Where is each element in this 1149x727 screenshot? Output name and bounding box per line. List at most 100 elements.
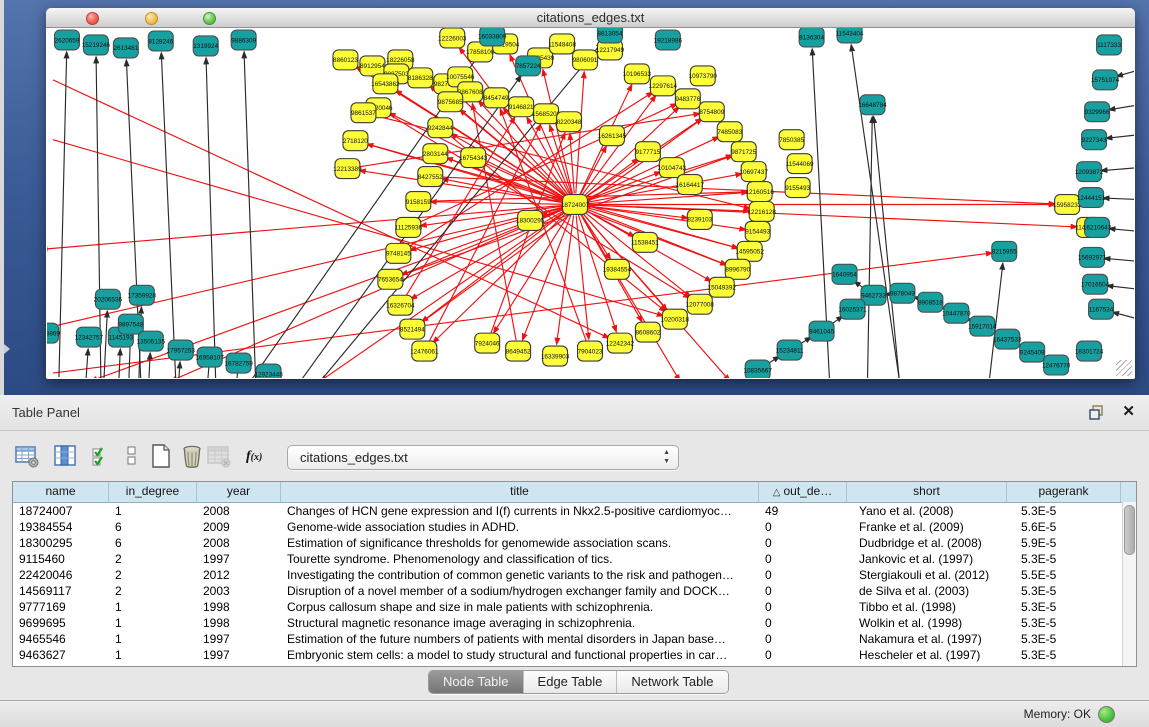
graph-node[interactable]: 15219246 xyxy=(82,35,111,55)
graph-node[interactable]: 8136304 xyxy=(799,28,824,47)
graph-node[interactable]: 16648784 xyxy=(858,95,887,115)
graph-node[interactable]: 16958107 xyxy=(196,347,225,367)
graph-node[interactable]: 10447870 xyxy=(942,303,971,323)
graph-node[interactable]: 9806091 xyxy=(573,50,598,70)
graph-node[interactable]: 16025371 xyxy=(838,299,867,319)
graph-node[interactable]: 12226003 xyxy=(438,28,467,48)
graph-node[interactable]: 17359928 xyxy=(128,285,157,305)
graph-node[interactable]: 12923448 xyxy=(254,364,283,378)
table-row[interactable]: 946362711997Embryonic stem cells: a mode… xyxy=(13,647,1136,663)
graph-node[interactable]: 16437533 xyxy=(993,329,1022,349)
graph-node[interactable]: 12160516 xyxy=(745,182,774,202)
graph-node[interactable]: 7904023 xyxy=(578,341,603,361)
vertical-scrollbar[interactable] xyxy=(1122,502,1136,666)
graph-node[interactable]: 7924046 xyxy=(475,333,500,353)
graph-node[interactable]: 19384554 xyxy=(603,259,632,279)
float-panel-icon[interactable] xyxy=(1089,404,1105,420)
graph-node[interactable]: 15917014 xyxy=(968,316,997,336)
graph-node[interactable]: 18724007 xyxy=(561,195,590,215)
create-new-column-button[interactable] xyxy=(148,443,178,473)
select-all-button[interactable] xyxy=(90,443,120,473)
graph-node[interactable]: 18300295 xyxy=(516,210,545,230)
memory-status-indicator[interactable] xyxy=(1098,706,1115,723)
graph-node[interactable]: 9329966 xyxy=(1085,102,1110,122)
delete-column-button[interactable] xyxy=(179,443,209,473)
graph-node[interactable]: 16782759 xyxy=(224,353,253,373)
graph-node[interactable]: 8521494 xyxy=(400,319,425,339)
graph-node[interactable]: 12242342 xyxy=(606,333,635,353)
graph-node[interactable]: 16754343 xyxy=(459,148,488,168)
table-selector-dropdown[interactable]: citations_edges.txt ▲▼ xyxy=(287,445,679,470)
graph-node[interactable]: 9886309 xyxy=(231,30,256,50)
graph-node[interactable]: 12297614 xyxy=(649,76,678,96)
graph-node[interactable]: 10973790 xyxy=(689,66,718,86)
graph-node[interactable]: 11538451 xyxy=(631,232,659,252)
network-canvas[interactable]: 1872400718300295193845548860123891295418… xyxy=(47,28,1134,378)
graph-node[interactable]: 9242844 xyxy=(428,118,453,138)
table-row[interactable]: 1872400712008Changes of HCN gene express… xyxy=(13,503,1136,519)
graph-node[interactable]: 9158159 xyxy=(406,192,431,212)
scrollbar-thumb[interactable] xyxy=(1124,505,1135,555)
graph-node[interactable]: 8215955 xyxy=(992,241,1017,261)
graph-node[interactable]: 9861537 xyxy=(351,103,376,123)
column-header-pagerank[interactable]: pagerank xyxy=(1007,482,1121,502)
graph-node[interactable]: 16164417 xyxy=(676,175,705,195)
graph-node[interactable]: 8754809 xyxy=(699,102,724,122)
graph-node[interactable]: 2803144 xyxy=(423,144,448,164)
column-header-in_degree[interactable]: in_degree xyxy=(109,482,197,502)
column-header-title[interactable]: title xyxy=(281,482,759,502)
graph-node[interactable]: 12077008 xyxy=(686,294,715,314)
table-row[interactable]: 1456911722003Disruption of a novel membe… xyxy=(13,583,1136,599)
graph-node[interactable]: 9461045 xyxy=(809,321,834,341)
graph-node[interactable]: 7857224 xyxy=(516,56,541,76)
graph-node[interactable]: 8996790 xyxy=(725,259,750,279)
graph-node[interactable]: 9146821 xyxy=(509,97,534,117)
graph-node[interactable]: 16033809 xyxy=(478,28,507,46)
graph-node[interactable]: 9483776 xyxy=(675,89,700,109)
graph-node[interactable]: 12476770 xyxy=(1042,355,1071,375)
graph-node[interactable]: 8220348 xyxy=(557,112,582,132)
graph-node[interactable]: 8454749 xyxy=(484,88,509,108)
graph-node[interactable]: 11568869 xyxy=(47,323,60,343)
graph-node[interactable]: 11125936 xyxy=(395,217,423,237)
graph-node[interactable]: 11544069 xyxy=(786,154,814,174)
graph-node[interactable]: 9155493 xyxy=(785,178,810,198)
graph-node[interactable]: 9878049 xyxy=(890,283,915,303)
table-row[interactable]: 1830029562008Estimation of significance … xyxy=(13,535,1136,551)
graph-node[interactable]: 9897548 xyxy=(118,314,143,334)
graph-node[interactable]: 10196533 xyxy=(623,64,652,84)
column-header-name[interactable]: name xyxy=(13,482,109,502)
graph-node[interactable]: 8186328 xyxy=(408,68,433,88)
tab-network-table[interactable]: Network Table xyxy=(617,671,727,693)
column-header-year[interactable]: year xyxy=(197,482,281,502)
graph-node[interactable]: 1117333 xyxy=(1097,35,1122,55)
graph-node[interactable]: 16261345 xyxy=(598,126,627,146)
graph-node[interactable]: 1167534 xyxy=(1089,299,1114,319)
graph-node[interactable]: 1319924 xyxy=(193,36,218,56)
column-header-short[interactable]: short xyxy=(847,482,1007,502)
show-column-button[interactable] xyxy=(52,443,82,473)
graph-node[interactable]: 9227343 xyxy=(1082,130,1107,150)
graph-node[interactable]: 10697437 xyxy=(740,162,769,182)
resize-grip-icon[interactable] xyxy=(1116,360,1132,376)
graph-node[interactable]: 14595052 xyxy=(736,241,765,261)
graph-node[interactable]: 1640954 xyxy=(832,264,857,284)
graph-node[interactable]: 9154493 xyxy=(745,221,770,241)
graph-node[interactable]: 12342757 xyxy=(75,327,104,347)
graph-node[interactable]: 19218986 xyxy=(654,30,683,50)
graph-node[interactable]: 7653654 xyxy=(378,269,403,289)
close-panel-icon[interactable]: ✕ xyxy=(1122,402,1135,420)
graph-node[interactable]: 2613461 xyxy=(113,38,138,58)
table-row[interactable]: 1938455462009Genome-wide association stu… xyxy=(13,519,1136,535)
table-row[interactable]: 946554611997Estimation of the future num… xyxy=(13,631,1136,647)
graph-node[interactable]: 8908518 xyxy=(918,292,943,312)
graph-node[interactable]: 7850385 xyxy=(779,130,804,150)
change-table-mode-button[interactable] xyxy=(14,443,44,473)
graph-node[interactable]: 15049392 xyxy=(708,277,737,297)
graph-node[interactable]: 10835667 xyxy=(743,360,772,378)
graph-node[interactable]: 9245409 xyxy=(1020,342,1045,362)
graph-node[interactable]: 16326704 xyxy=(386,295,415,315)
graph-node[interactable]: 8649452 xyxy=(506,341,531,361)
graph-node[interactable]: 9871725 xyxy=(731,142,756,162)
network-window-titlebar[interactable]: citations_edges.txt xyxy=(46,8,1135,28)
